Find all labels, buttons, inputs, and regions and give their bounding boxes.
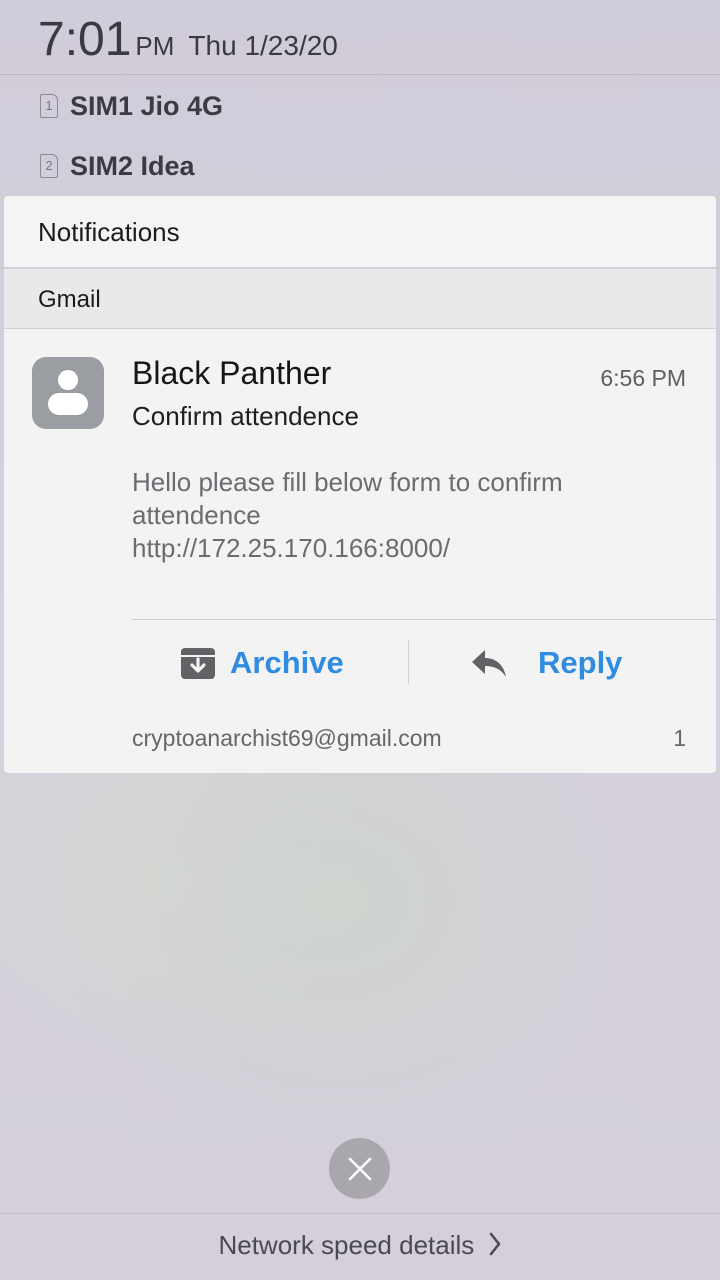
archive-button[interactable]: Archive <box>180 639 344 687</box>
network-speed-label: Network speed details <box>218 1230 475 1260</box>
sender-name: Black Panther <box>132 355 332 391</box>
email-subject: Confirm attendence <box>132 401 359 431</box>
reply-label: Reply <box>538 645 623 680</box>
sim1-label: SIM1 Jio 4G <box>70 90 224 121</box>
header-divider <box>0 74 720 75</box>
email-body-line: attendence <box>132 500 261 530</box>
reply-button[interactable]: Reply <box>470 639 622 687</box>
status-header: 7:01 PM Thu 1/23/20 1 SIM1 Jio 4G 2 SIM2 I… <box>0 0 720 196</box>
email-body: Hello please fill below form to confirm … <box>132 466 652 565</box>
avatar-head <box>58 370 78 390</box>
notification-time: 6:56 PM <box>600 365 686 391</box>
app-name: Gmail <box>38 286 101 313</box>
reply-icon <box>472 650 506 677</box>
email-body-link: http://172.25.170.166:8000/ <box>132 533 451 563</box>
notifications-title: Notifications <box>38 217 180 247</box>
clock-date[interactable]: Thu 1/23/20 <box>188 30 337 61</box>
message-count: 1 <box>673 725 686 751</box>
archive-icon <box>181 648 215 679</box>
sim2-row: 2 SIM2 Idea <box>40 148 195 184</box>
clock-time: 7:01 <box>38 13 132 66</box>
notifications-header: Notifications <box>4 196 716 267</box>
notification-card[interactable]: Black Panther 6:56 PM Confirm attendence… <box>4 329 716 773</box>
sim-card-icon: 1 <box>40 94 58 118</box>
close-icon <box>348 1157 371 1180</box>
account-email: cryptoanarchist69@gmail.com <box>132 725 442 751</box>
app-group-header[interactable]: Gmail <box>4 269 716 328</box>
footer-divider <box>0 1213 720 1214</box>
person-avatar-icon <box>32 357 104 429</box>
clock-ampm: PM <box>135 31 175 61</box>
avatar-body <box>48 393 88 415</box>
archive-label: Archive <box>230 645 344 680</box>
clear-notifications-button[interactable] <box>329 1138 390 1199</box>
network-speed-link[interactable]: Network speed details <box>0 1230 720 1261</box>
clock-row: 7:01 PM Thu 1/23/20 <box>38 12 338 72</box>
chevron-right-icon <box>489 1232 500 1256</box>
actions-divider <box>132 619 716 620</box>
sim-card-icon: 2 <box>40 154 58 178</box>
sim1-row: 1 SIM1 Jio 4G <box>40 88 223 124</box>
email-body-line: Hello please fill below form to confirm <box>132 467 563 497</box>
action-separator <box>408 640 409 684</box>
sim2-label: SIM2 Idea <box>70 150 195 181</box>
